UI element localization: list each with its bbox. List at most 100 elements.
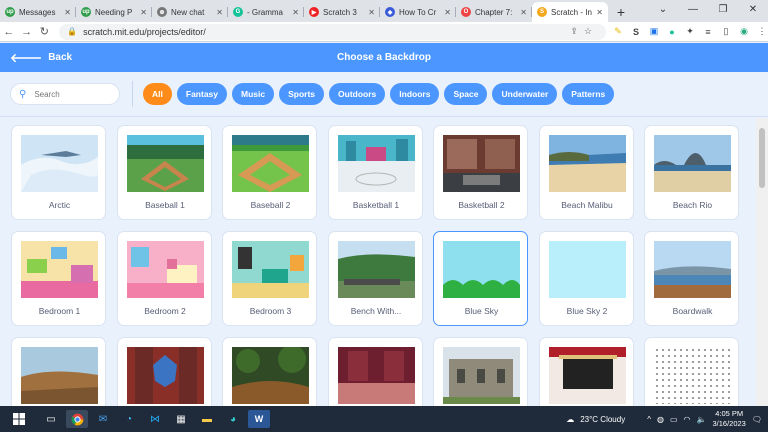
browser-tab[interactable]: ⊛ New chat ✕ [152,2,228,22]
language-icon[interactable]: ◍ [657,415,664,424]
word-icon[interactable]: W [248,410,270,428]
notification-icon[interactable]: 🗨 [752,415,762,424]
page-title: Choose a Backdrop [337,52,431,63]
search-input[interactable] [34,89,105,99]
backdrop-tile[interactable] [116,337,212,406]
backdrop-tile[interactable] [222,337,317,406]
backdrop-tile[interactable] [11,337,106,406]
close-tab-icon[interactable]: ✕ [140,8,147,17]
browser-tab[interactable]: O Chapter 7: ✕ [456,2,532,22]
browser-tab[interactable]: ▶ Scratch 3 ✕ [304,2,380,22]
backdrop-tile[interactable] [433,337,528,406]
backdrop-tile[interactable]: Boardwalk [644,231,739,326]
sidepanel-icon[interactable]: ▯ [720,26,732,37]
backdrop-tile[interactable]: Arctic [11,125,106,220]
backdrop-tile[interactable]: Bedroom 1 [11,231,106,326]
backdrop-thumbnail [654,347,731,404]
pencil-extension-icon[interactable]: ✎ [612,26,624,37]
chevron-up-icon[interactable]: ^ [647,415,651,424]
puzzle-icon[interactable]: ✦ [684,26,696,37]
category-tag-fantasy[interactable]: Fantasy [176,83,227,105]
forward-arrow-icon[interactable]: → [18,26,36,38]
backdrop-name: Boardwalk [672,306,713,316]
close-tab-icon[interactable]: ✕ [520,8,527,17]
backdrop-tile[interactable]: Blue Sky [433,231,528,326]
close-tab-icon[interactable]: ✕ [64,8,71,17]
backdrop-tile[interactable]: Beach Rio [644,125,739,220]
windows-start-icon[interactable] [8,410,30,428]
battery-icon[interactable]: ▭ [670,415,678,424]
backdrop-tile[interactable]: Bedroom 3 [222,231,317,326]
browser-tab-strip: up Messages ✕ up Needing P ✕ ⊛ New chat ✕ G - Gram… [0,0,768,22]
close-icon[interactable]: ✕ [738,0,768,22]
category-tag-patterns[interactable]: Patterns [562,83,615,105]
backdrop-tile[interactable] [327,337,423,406]
task-view-icon[interactable]: ▭ [40,410,62,428]
mail-icon[interactable]: ✉ [92,410,114,428]
browser-tab[interactable]: ◆ How To Cr ✕ [380,2,456,22]
backdrop-thumbnail [21,241,98,298]
left-arrow-icon: 🡐 [10,51,43,65]
backdrop-library-header: 🡐 Back Choose a Backdrop [0,43,768,72]
search-icon: ⚲ [19,88,27,100]
backdrop-tile[interactable]: Baseball 1 [116,125,212,220]
category-tag-space[interactable]: Space [444,83,488,105]
backdrop-thumbnail [232,347,309,404]
close-tab-icon[interactable]: ✕ [292,8,299,17]
close-tab-icon[interactable]: ✕ [368,8,375,17]
grammarly-extension-icon[interactable]: ● [666,27,678,37]
category-tag-indoors[interactable]: Indoors [390,83,440,105]
reload-icon[interactable]: ↻ [35,25,53,38]
vscode-icon[interactable]: ⋈ [144,410,166,428]
profile-avatar-icon[interactable]: ◉ [738,26,750,37]
volume-icon[interactable]: 🔈 [697,415,707,424]
category-tag-sports[interactable]: Sports [279,83,325,105]
file-explorer-icon[interactable]: ▬ [196,410,218,428]
backdrop-tile[interactable]: Blue Sky 2 [538,231,634,326]
close-tab-icon[interactable]: ✕ [216,8,223,17]
edge-chat-icon[interactable]: ◔ [118,410,140,428]
edge-icon[interactable]: ◕ [222,410,244,428]
url-input[interactable]: 🔒 scratch.mit.edu/projects/editor/ ⇪☆ [59,23,607,40]
chrome-icon[interactable] [66,410,88,428]
new-tab-button[interactable]: + [612,3,630,21]
backdrop-thumbnail [654,135,731,192]
wifi-icon[interactable]: ◠ [684,415,691,424]
category-tag-outdoors[interactable]: Outdoors [329,83,386,105]
browser-tab[interactable]: up Needing P ✕ [76,2,152,22]
browser-tab[interactable]: G - Gramma ✕ [228,2,304,22]
scrollbar[interactable] [756,118,768,406]
backdrop-name: Bedroom 2 [144,306,186,316]
back-button[interactable]: 🡐 Back [0,50,72,65]
screenshot-extension-icon[interactable]: ▣ [648,26,660,37]
backdrop-tile[interactable]: Basketball 1 [327,125,423,220]
restore-icon[interactable]: ❐ [708,0,738,22]
menu-list-icon[interactable]: ≡ [702,27,714,37]
close-tab-icon[interactable]: ✕ [596,8,603,17]
backdrop-tile[interactable]: Bench With... [327,231,423,326]
backdrop-tile[interactable]: Baseball 2 [222,125,317,220]
search-box[interactable]: ⚲ [10,83,120,105]
category-tag-underwater[interactable]: Underwater [492,83,558,105]
back-arrow-icon[interactable]: ← [0,26,18,38]
category-tag-all[interactable]: All [143,83,172,105]
backdrop-tile[interactable]: Basketball 2 [433,125,528,220]
minimize-icon[interactable]: — [678,0,708,22]
backdrop-tile[interactable]: Bedroom 2 [116,231,212,326]
backdrop-tile[interactable] [538,337,634,406]
backdrop-tile[interactable] [644,337,739,406]
category-tag-music[interactable]: Music [232,83,275,105]
s-extension-icon[interactable]: S [630,27,642,37]
browser-tab[interactable]: S Scratch - In ✕ [532,2,608,22]
backdrop-name: Bedroom 1 [38,306,81,316]
kebab-menu-icon[interactable]: ⋮ [756,26,768,37]
chevron-down-icon[interactable]: ⌄ [648,0,678,22]
close-tab-icon[interactable]: ✕ [444,8,451,17]
scrollbar-thumb[interactable] [759,128,765,188]
clock[interactable]: 4:05 PM 3/16/2023 [712,409,745,429]
store-icon[interactable]: ▦ [170,410,192,428]
browser-tab[interactable]: up Messages ✕ [0,2,76,22]
share-star-icons[interactable]: ⇪☆ [570,26,598,37]
backdrop-tile[interactable]: Beach Malibu [538,125,634,220]
weather-text[interactable]: 23°C Cloudy [580,415,625,424]
